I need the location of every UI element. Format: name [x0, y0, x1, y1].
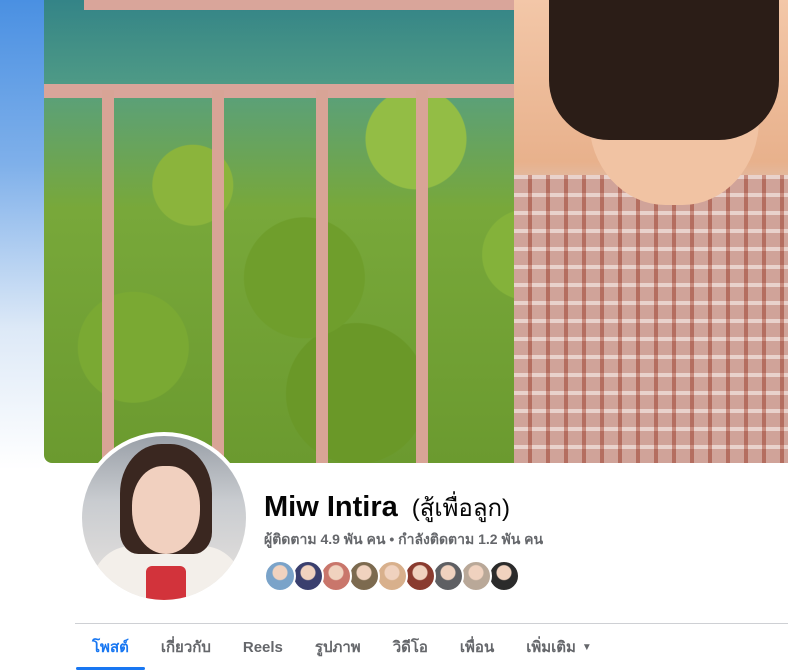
background-gradient	[0, 0, 44, 470]
tab-0[interactable]: โพสต์	[76, 624, 145, 670]
cover-photo[interactable]	[44, 0, 788, 463]
cover-rail-post	[212, 90, 224, 463]
mutual-friend-avatar[interactable]	[432, 560, 464, 592]
tab-label: เพิ่มเติม	[526, 639, 576, 656]
mutual-friend-avatar[interactable]	[460, 560, 492, 592]
avatar-garment	[146, 566, 186, 600]
caret-down-icon: ▼	[581, 641, 592, 653]
tab-5[interactable]: เพื่อน	[444, 624, 510, 670]
follower-stats[interactable]: ผู้ติดตาม 4.9 พัน คน • กำลังติดตาม 1.2 พ…	[264, 529, 543, 551]
cover-child-hair	[549, 0, 779, 140]
mutual-friend-avatar[interactable]	[488, 560, 520, 592]
profile-picture-frame[interactable]	[78, 432, 250, 604]
profile-page: Miw Intira (สู้เพื่อลูก) ผู้ติดตาม 4.9 พ…	[0, 0, 788, 670]
cover-rail	[44, 84, 564, 98]
cover-rail-post	[102, 90, 114, 463]
avatar-face	[132, 466, 200, 554]
tab-1[interactable]: เกี่ยวกับ	[145, 624, 227, 670]
tab-label: โพสต์	[92, 639, 129, 656]
tab-6[interactable]: เพิ่มเติม ▼	[510, 624, 608, 670]
mutual-friend-avatar[interactable]	[292, 560, 324, 592]
cover-child-dress	[514, 175, 788, 463]
profile-name: Miw Intira	[264, 491, 398, 523]
tab-label: เกี่ยวกับ	[160, 639, 211, 656]
mutual-friend-avatar[interactable]	[348, 560, 380, 592]
tab-4[interactable]: วิดีโอ	[377, 624, 444, 670]
mutual-friends-avatars[interactable]	[264, 560, 520, 592]
tab-3[interactable]: รูปภาพ	[299, 624, 377, 670]
tab-2[interactable]: Reels	[227, 624, 299, 670]
avatar[interactable]	[82, 436, 246, 600]
cover-rail-post	[316, 90, 328, 463]
mutual-friend-avatar[interactable]	[404, 560, 436, 592]
mutual-friend-avatar[interactable]	[320, 560, 352, 592]
mutual-friend-avatar[interactable]	[376, 560, 408, 592]
cover-rail	[84, 0, 564, 10]
mutual-friend-avatar[interactable]	[264, 560, 296, 592]
cover-rail-post	[416, 90, 428, 463]
tab-label: เพื่อน	[459, 639, 495, 656]
tab-label: วิดีโอ	[392, 639, 428, 656]
profile-tabs: โพสต์ เกี่ยวกับ Reels รูปภาพ วิดีโอ เพื่อน เพิ…	[76, 624, 608, 670]
tab-label: Reels	[242, 638, 283, 656]
profile-alternate-name: (สู้เพื่อลูก)	[411, 495, 511, 522]
tab-label: รูปภาพ	[314, 639, 361, 656]
profile-name-row: Miw Intira (สู้เพื่อลูก)	[264, 488, 510, 527]
